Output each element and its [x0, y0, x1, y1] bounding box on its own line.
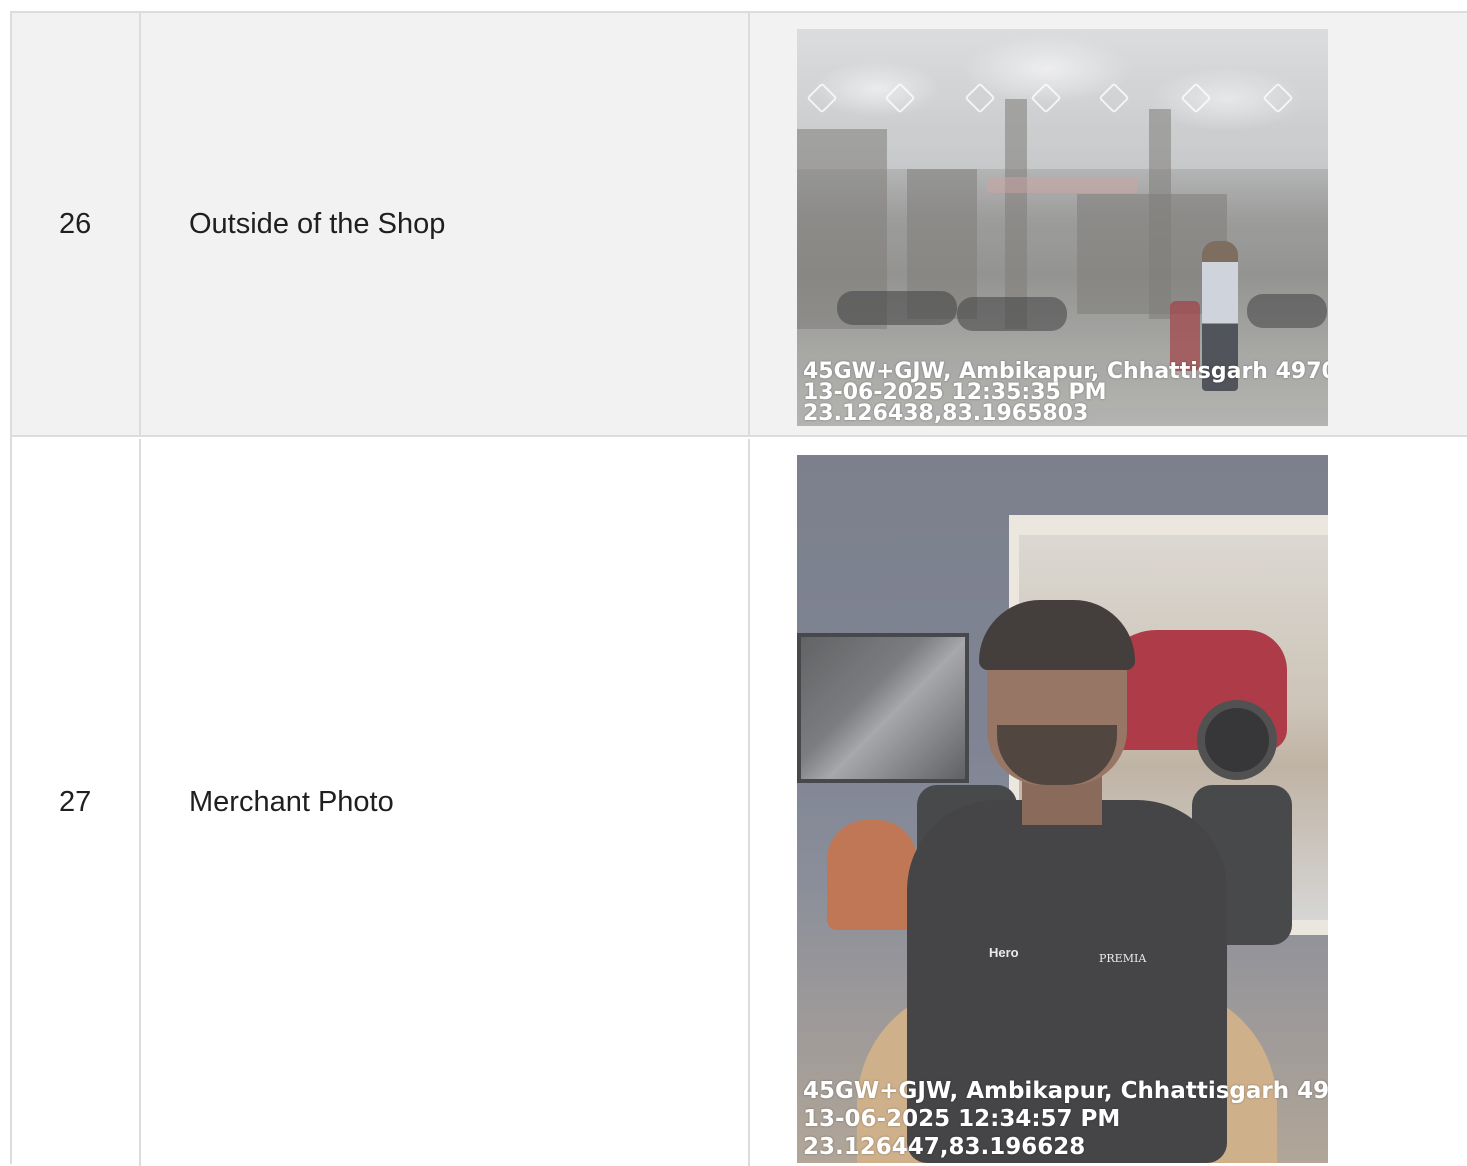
geo-stamp: 45GW+GJW, Ambikapur, Chhattisgarh 49700 …: [803, 1077, 1328, 1161]
row-label: Merchant Photo: [189, 786, 394, 818]
shop-exterior-photo[interactable]: 45GW+GJW, Ambikapur, Chhattisgarh 49700 …: [797, 29, 1328, 426]
row-photo-cell: Hero PREMIA 45GW+GJW, Ambikapur, Chhatti…: [750, 439, 1467, 1166]
geo-stamp: 45GW+GJW, Ambikapur, Chhattisgarh 49700 …: [803, 359, 1328, 426]
row-label-cell: Merchant Photo: [141, 439, 750, 1166]
stamp-address: 45GW+GJW, Ambikapur, Chhattisgarh 49700: [803, 359, 1328, 384]
table-row: 27 Merchant Photo Hero PREMIA 45GW+GJW, …: [12, 439, 1467, 1166]
row-number-cell: 27: [12, 439, 141, 1166]
photo-haze: [797, 455, 1328, 1163]
row-number-cell: 26: [12, 13, 141, 435]
row-photo-cell: 45GW+GJW, Ambikapur, Chhattisgarh 49700 …: [750, 13, 1467, 435]
stamp-datetime: 13-06-2025 12:35:35 PM: [803, 380, 1107, 405]
photo-table: 26 Outside of the Shop 45GW+GJW, Ambikap…: [10, 11, 1467, 1166]
stamp-address: 45GW+GJW, Ambikapur, Chhattisgarh 49700: [803, 1078, 1328, 1104]
row-label: Outside of the Shop: [189, 207, 446, 240]
stamp-coordinates: 23.126438,83.1965803: [803, 401, 1089, 426]
stamp-coordinates: 23.126447,83.196628: [803, 1134, 1086, 1160]
merchant-portrait-photo[interactable]: Hero PREMIA 45GW+GJW, Ambikapur, Chhatti…: [797, 455, 1328, 1163]
row-label-cell: Outside of the Shop: [141, 13, 750, 435]
table-row: 26 Outside of the Shop 45GW+GJW, Ambikap…: [12, 13, 1467, 437]
row-number: 27: [59, 786, 92, 818]
row-number: 26: [59, 207, 92, 240]
stamp-datetime: 13-06-2025 12:34:57 PM: [803, 1106, 1121, 1132]
